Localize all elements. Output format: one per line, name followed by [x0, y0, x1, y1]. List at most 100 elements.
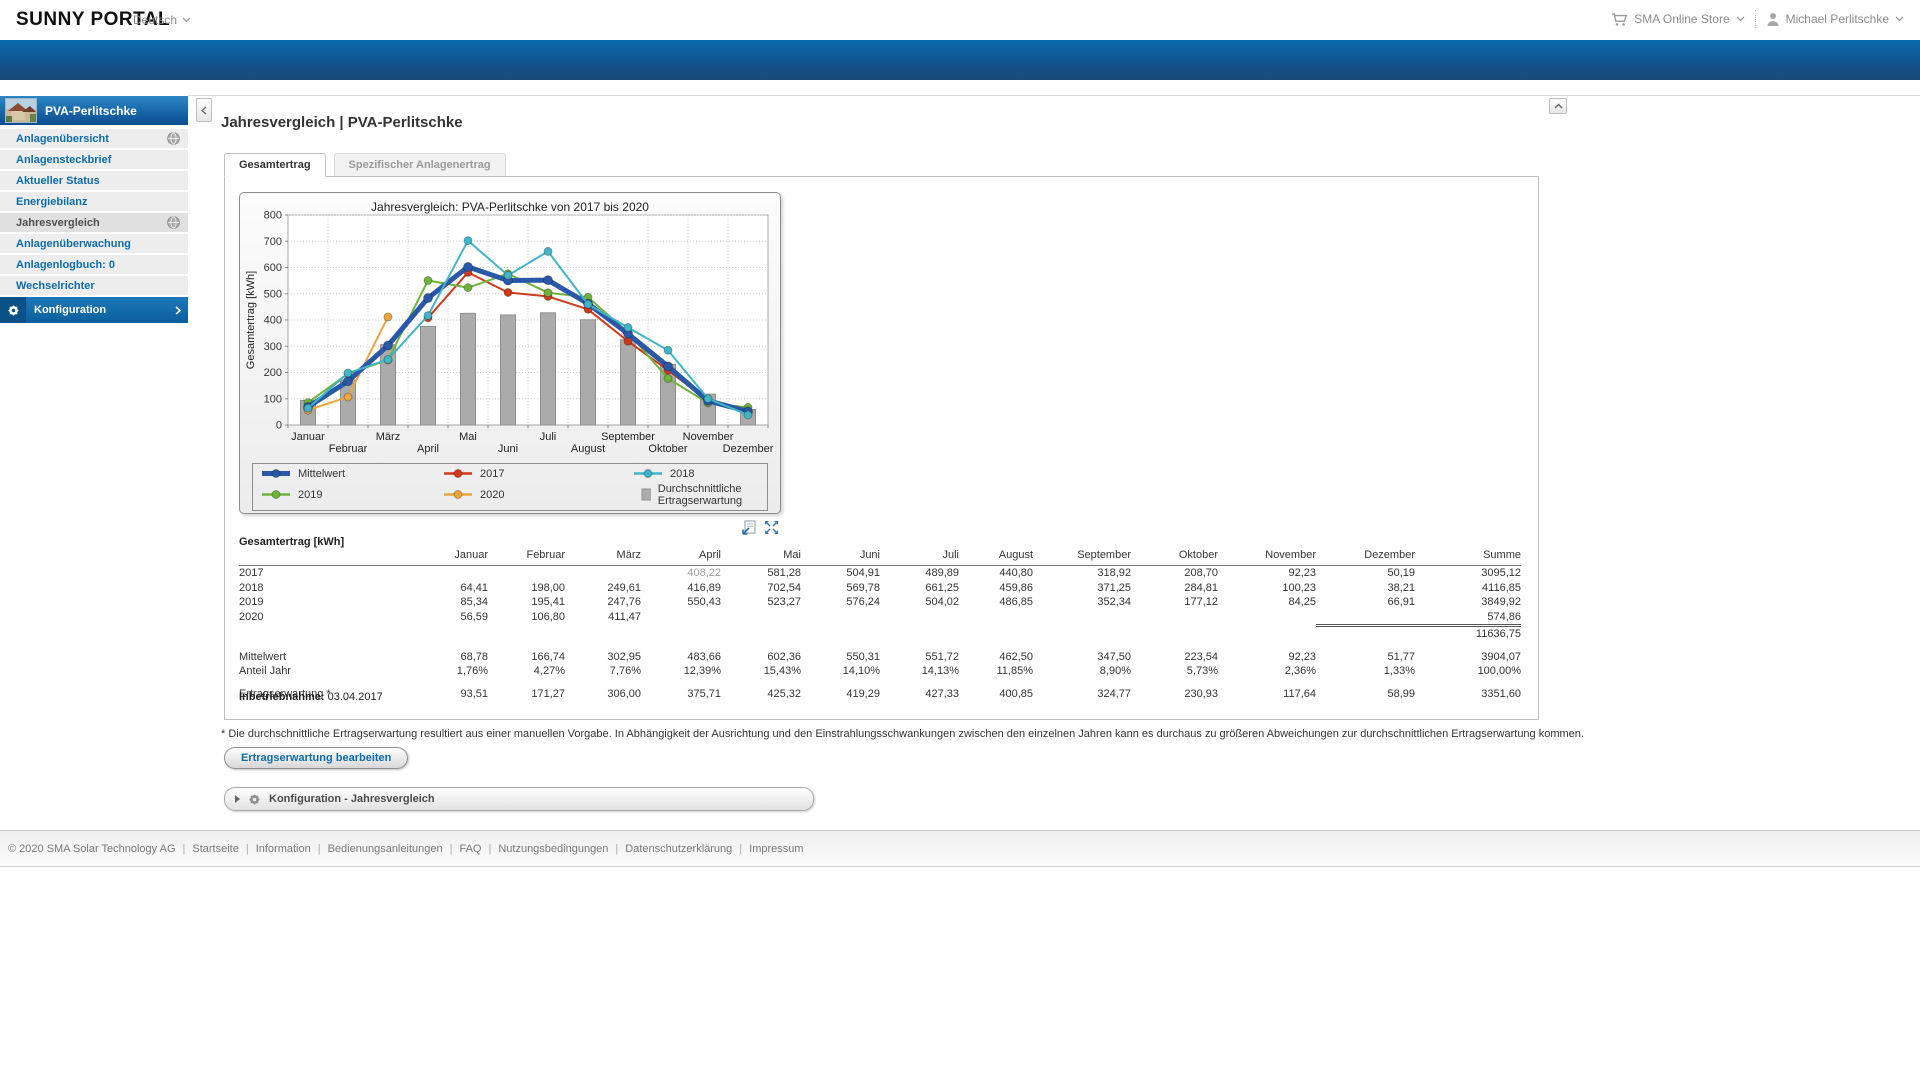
footer-link-impressum[interactable]: Impressum — [749, 843, 803, 855]
column-header: Januar — [409, 549, 488, 566]
user-name-label: Michael Perlitschke — [1786, 12, 1889, 26]
chevron-left-icon — [201, 106, 207, 115]
legend-item-2017: 2017 — [443, 468, 633, 480]
sidebar-item-label: Aktueller Status — [16, 175, 100, 187]
footer-link-nutzungsbedingungen[interactable]: Nutzungsbedingungen — [498, 843, 608, 855]
svg-text:Oktober: Oktober — [648, 443, 687, 455]
legend-label: 2019 — [298, 489, 322, 501]
legend-marker-icon — [443, 468, 473, 479]
sidebar-item-anlagensteckbrief[interactable]: Anlagensteckbrief — [0, 150, 188, 169]
legend-marker-icon — [261, 489, 291, 500]
sma-online-store-menu[interactable]: SMA Online Store — [1611, 12, 1744, 27]
plant-header[interactable]: PVA-Perlitschke — [0, 96, 188, 125]
legend-label: Durchschnittliche Ertragserwartung — [658, 483, 759, 507]
anteil-jahr-row: Anteil Jahr1,76%4,27%7,76%12,39%15,43%14… — [239, 664, 1521, 679]
svg-text:0: 0 — [276, 420, 282, 432]
svg-text:Gesamtertrag [kWh]: Gesamtertrag [kWh] — [245, 271, 257, 369]
divider: | — [246, 843, 249, 855]
legend-label: 2018 — [670, 468, 694, 480]
config-panel-toggle[interactable]: Konfiguration - Jahresvergleich — [224, 787, 814, 811]
footer-link-information[interactable]: Information — [256, 843, 311, 855]
year-row-2019: 201985,34195,41247,76550,43523,27576,245… — [239, 595, 1521, 610]
svg-text:Juli: Juli — [540, 431, 557, 443]
top-bar: SUNNY PORTAL Deutsch SMA Online Store Mi… — [0, 0, 1920, 40]
sidebar-item-label: Anlagenüberwachung — [16, 238, 131, 250]
legend-label: Mittelwert — [298, 468, 345, 480]
chart-panel: Jahresvergleich: PVA-Perlitschke von 201… — [239, 192, 781, 514]
svg-text:September: September — [601, 431, 655, 443]
footer-link-datenschutzerklärung[interactable]: Datenschutzerklärung — [625, 843, 732, 855]
page-title: Jahresvergleich | PVA-Perlitschke — [221, 114, 463, 131]
main-nav-bar — [0, 40, 1920, 80]
chevron-down-icon — [1895, 16, 1904, 22]
svg-text:100: 100 — [264, 393, 282, 405]
gear-icon — [0, 297, 26, 323]
svg-text:600: 600 — [264, 262, 282, 274]
svg-text:März: März — [376, 431, 400, 443]
plant-thumbnail — [5, 98, 37, 123]
tab-spezifischer-anlagenertrag[interactable]: Spezifischer Anlagenertrag — [334, 153, 506, 176]
sidebar-collapse-button[interactable] — [196, 98, 212, 122]
user-menu[interactable]: Michael Perlitschke — [1766, 12, 1904, 27]
cart-icon — [1611, 12, 1628, 27]
footer-link-bedienungsanleitungen[interactable]: Bedienungsanleitungen — [328, 843, 443, 855]
year-row-2020: 202056,59106,80411,47574,86 — [239, 610, 1521, 626]
legend-label: 2020 — [480, 489, 504, 501]
column-header: August — [959, 549, 1033, 566]
grand-total-row: 11636,75 — [239, 626, 1521, 642]
svg-text:700: 700 — [264, 236, 282, 248]
svg-text:Januar: Januar — [291, 431, 325, 443]
sidebar-menu: Anlagenübersicht Anlagensteckbrief Aktuell… — [0, 129, 188, 295]
footer: © 2020 SMA Solar Technology AG | Startseit… — [0, 830, 1920, 867]
sidebar-item-konfiguration[interactable]: Konfiguration — [0, 297, 188, 323]
divider: | — [450, 843, 453, 855]
column-header: Oktober — [1131, 549, 1218, 566]
legend-marker-icon — [443, 489, 473, 500]
svg-text:Mai: Mai — [459, 431, 477, 443]
footer-link-startseite[interactable]: Startseite — [192, 843, 238, 855]
legend-item-2020: 2020 — [443, 483, 633, 507]
sidebar-item-anlagenlogbuch-0[interactable]: Anlagenlogbuch: 0 — [0, 255, 188, 274]
globe-icon — [167, 132, 180, 145]
column-header: Mai — [721, 549, 801, 566]
sidebar-item-label: Jahresvergleich — [16, 217, 100, 229]
column-header: Dezember — [1316, 549, 1415, 566]
year-comparison-chart: 0100200300400500600700800JanuarFebruarMä… — [242, 209, 774, 461]
chart-legend: Mittelwert 2017 2018 2019 2020 Durchschnittli… — [252, 463, 768, 511]
legend-bar-icon — [633, 488, 651, 501]
top-right-menus: SMA Online Store Michael Perlitschke — [1611, 10, 1904, 28]
sidebar-item-jahresvergleich[interactable]: Jahresvergleich — [0, 213, 188, 232]
scroll-top-button[interactable] — [1549, 98, 1567, 114]
fullscreen-icon[interactable] — [764, 520, 779, 535]
commissioning-date: 03.04.2017 — [328, 691, 383, 703]
svg-text:August: August — [571, 443, 605, 455]
plant-name-label: PVA-Perlitschke — [45, 104, 137, 118]
expand-arrow-icon — [235, 795, 240, 803]
edit-yield-expectation-button[interactable]: Ertragserwartung bearbeiten — [224, 747, 408, 769]
svg-text:300: 300 — [264, 341, 282, 353]
tab-gesamtertrag[interactable]: Gesamtertrag — [224, 153, 326, 177]
sidebar-item-label: Anlagenlogbuch: 0 — [16, 259, 115, 271]
column-header: September — [1033, 549, 1131, 566]
sidebar-item-label: Wechselrichter — [16, 280, 95, 292]
tab-panel: Jahresvergleich: PVA-Perlitschke von 201… — [224, 176, 1539, 720]
sidebar-item-wechselrichter[interactable]: Wechselrichter — [0, 276, 188, 295]
yield-table: JanuarFebruarMärzAprilMaiJuniJuliAugustS… — [239, 549, 1521, 701]
svg-text:April: April — [417, 443, 439, 455]
export-chart-icon[interactable] — [741, 520, 757, 535]
store-label: SMA Online Store — [1634, 12, 1729, 26]
sidebar-item-energiebilanz[interactable]: Energiebilanz — [0, 192, 188, 211]
footer-copyright: © 2020 SMA Solar Technology AG — [8, 843, 176, 855]
sidebar-item-aktueller-status[interactable]: Aktueller Status — [0, 171, 188, 190]
language-selector[interactable]: Deutsch — [133, 13, 191, 27]
footer-link-faq[interactable]: FAQ — [459, 843, 481, 855]
sidebar-item-anlagenüberwachung[interactable]: Anlagenüberwachung — [0, 234, 188, 253]
commissioning-info: Inbetriebnahme: 03.04.2017 — [239, 691, 383, 703]
column-header: März — [565, 549, 641, 566]
chevron-down-icon — [182, 17, 191, 23]
divider: | — [739, 843, 742, 855]
svg-text:November: November — [683, 431, 734, 443]
mittelwert-row: Mittelwert68,78166,74302,95483,66602,365… — [239, 650, 1521, 665]
legend-item-2018: 2018 — [633, 468, 759, 480]
sidebar-item-anlagenübersicht[interactable]: Anlagenübersicht — [0, 129, 188, 148]
